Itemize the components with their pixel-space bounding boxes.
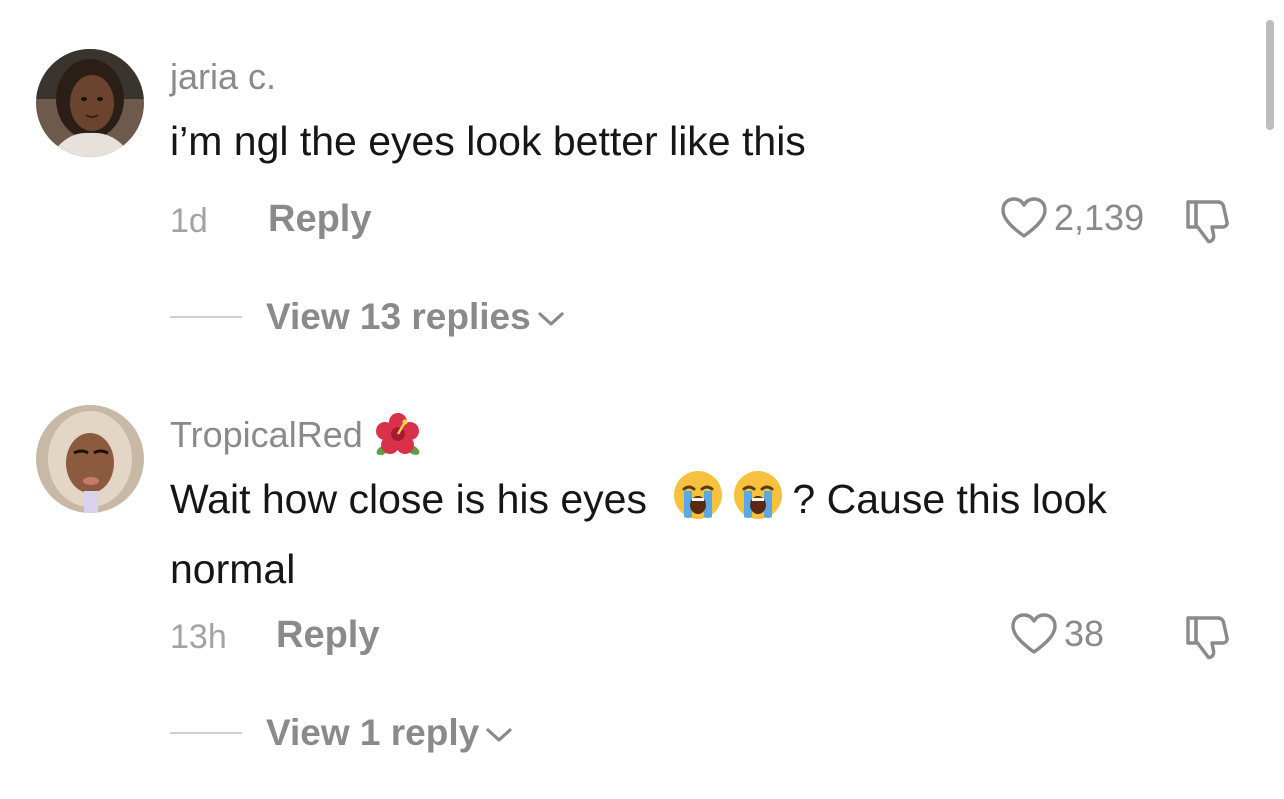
chevron-down-icon <box>538 312 564 326</box>
replies-divider <box>170 732 242 734</box>
avatar[interactable] <box>36 49 144 157</box>
heart-outline-icon <box>1011 613 1057 654</box>
view-replies-button[interactable]: View 13 replies <box>170 295 567 339</box>
comment-text-part: Wait how close is his eyes <box>170 476 647 522</box>
dislike-button[interactable] <box>1182 614 1234 667</box>
comment-text: i’m ngl the eyes look better like this <box>170 110 1240 172</box>
heart-outline-icon <box>1001 197 1047 238</box>
username-label: TropicalRed <box>170 414 363 455</box>
comments-panel: jaria c. i’m ngl the eyes look better li… <box>0 0 1284 799</box>
comment-text-part: i’m ngl the eyes look better like this <box>170 118 806 164</box>
loudly-crying-face-emoji <box>732 469 784 538</box>
reply-button[interactable]: Reply <box>276 614 379 657</box>
comment-text: Wait how close is his eyes ? Cause this … <box>170 468 1240 600</box>
like-count: 2,139 <box>1054 197 1145 238</box>
comment-timestamp: 13h <box>170 618 227 656</box>
thumbs-down-outline-icon <box>1186 200 1229 244</box>
reply-button[interactable]: Reply <box>268 198 371 241</box>
avatar[interactable] <box>36 405 144 513</box>
comment-actions-row: 13h Reply 38 <box>170 612 1248 662</box>
replies-divider <box>170 316 242 318</box>
view-replies-label: View 13 replies <box>266 296 531 337</box>
comment-actions-row: 1d Reply 2,139 <box>170 196 1248 246</box>
comment-username[interactable]: jaria c. <box>170 56 276 98</box>
chevron-down-icon <box>486 728 512 742</box>
thumbs-down-outline-icon <box>1186 616 1229 660</box>
dislike-button[interactable] <box>1182 198 1234 251</box>
like-count: 38 <box>1064 613 1105 654</box>
loudly-crying-face-emoji <box>672 469 724 538</box>
hibiscus-emoji <box>375 413 420 456</box>
view-replies-button[interactable]: View 1 reply <box>170 711 515 755</box>
like-button[interactable]: 2,139 <box>1000 196 1144 240</box>
comment-timestamp: 1d <box>170 202 208 240</box>
comment-username[interactable]: TropicalRed <box>170 410 423 460</box>
like-button[interactable]: 38 <box>1010 612 1104 656</box>
scrollbar[interactable] <box>1266 20 1274 130</box>
view-replies-label: View 1 reply <box>266 712 480 753</box>
username-label: jaria c. <box>170 56 277 97</box>
